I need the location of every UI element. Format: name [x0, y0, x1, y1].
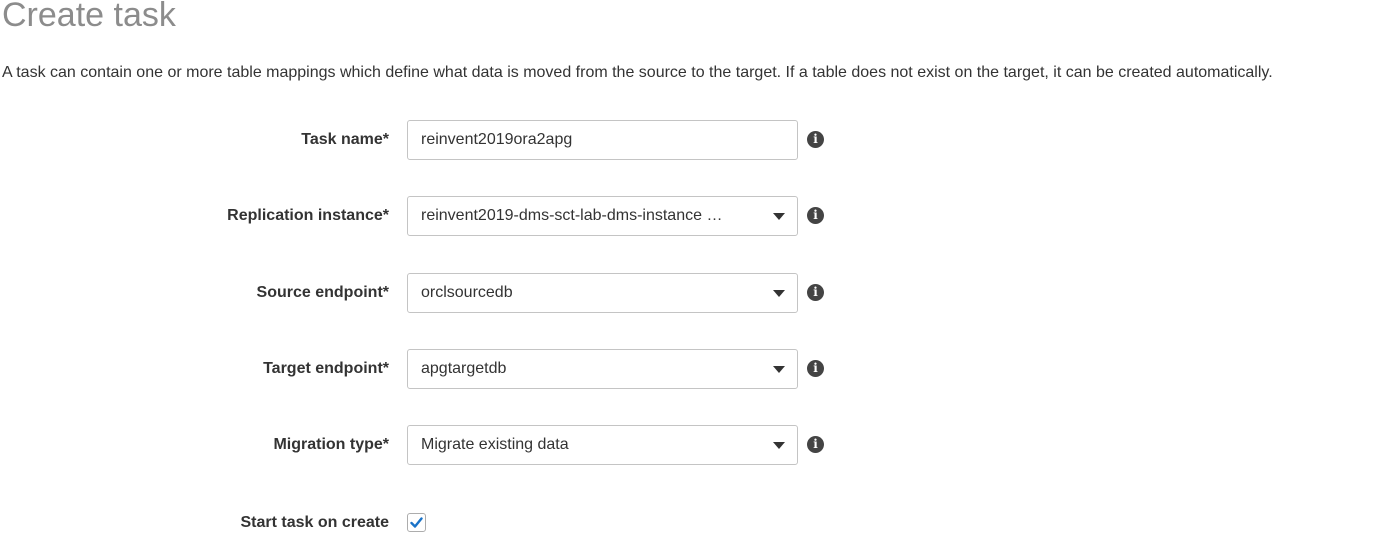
source-endpoint-row: Source endpoint* orclsourcedb i	[0, 273, 1395, 313]
caret-down-icon[interactable]	[773, 213, 785, 220]
target-endpoint-value[interactable]: apgtargetdb	[421, 350, 756, 388]
task-name-label: Task name*	[301, 131, 389, 148]
task-name-value[interactable]: reinvent2019ora2apg	[421, 121, 766, 159]
migration-type-value[interactable]: Migrate existing data	[421, 426, 756, 464]
replication-instance-row: Replication instance* reinvent2019-dms-s…	[0, 196, 1395, 236]
info-icon[interactable]: i	[807, 207, 824, 224]
info-icon[interactable]: i	[807, 360, 824, 377]
target-endpoint-row: Target endpoint* apgtargetdb i	[0, 349, 1395, 389]
source-endpoint-select[interactable]: orclsourcedb	[407, 273, 798, 313]
source-endpoint-label: Source endpoint*	[256, 284, 389, 301]
target-endpoint-label: Target endpoint*	[263, 360, 389, 377]
start-task-label: Start task on create	[240, 514, 389, 531]
caret-down-icon[interactable]	[773, 366, 785, 373]
migration-type-row: Migration type* Migrate existing data i	[0, 425, 1395, 465]
checkmark-icon	[410, 517, 423, 528]
replication-instance-select[interactable]: reinvent2019-dms-sct-lab-dms-instance …	[407, 196, 798, 236]
migration-type-select[interactable]: Migrate existing data	[407, 425, 798, 465]
caret-down-icon[interactable]	[773, 442, 785, 449]
target-endpoint-select[interactable]: apgtargetdb	[407, 349, 798, 389]
task-name-row: Task name* reinvent2019ora2apg i	[0, 120, 1395, 160]
info-icon[interactable]: i	[807, 284, 824, 301]
migration-type-label: Migration type*	[273, 436, 389, 453]
source-endpoint-value[interactable]: orclsourcedb	[421, 274, 756, 312]
page-title: Create task	[2, 0, 176, 34]
replication-instance-label: Replication instance*	[227, 207, 389, 224]
caret-down-icon[interactable]	[773, 290, 785, 297]
start-task-checkbox[interactable]	[407, 513, 426, 532]
task-name-input[interactable]: reinvent2019ora2apg	[407, 120, 798, 160]
start-task-row: Start task on create	[0, 513, 1395, 533]
replication-instance-value[interactable]: reinvent2019-dms-sct-lab-dms-instance …	[421, 197, 756, 235]
info-icon[interactable]: i	[807, 131, 824, 148]
create-task-page: Create task A task can contain one or mo…	[0, 0, 1395, 537]
info-icon[interactable]: i	[807, 436, 824, 453]
page-description: A task can contain one or more table map…	[2, 64, 1273, 81]
